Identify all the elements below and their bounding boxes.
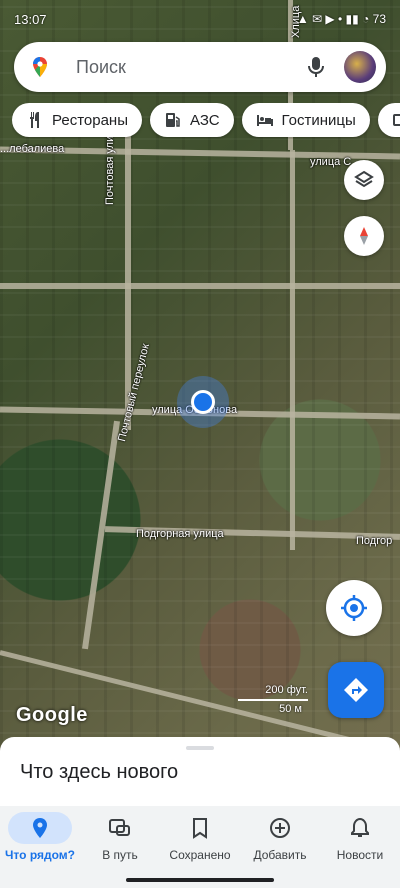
status-system-icons: ▲ ✉ ▶ • ▮▮ ◔ 73 [296,12,386,26]
chip-label: АЗС [189,111,220,129]
gesture-bar[interactable] [126,878,274,882]
layers-icon [354,170,374,188]
gas-station-icon [165,113,180,127]
commute-icon [109,819,130,836]
nav-label: Сохранено [169,848,231,862]
category-chips: Рестораны АЗС Гостиницы [12,103,400,139]
avatar[interactable] [344,51,376,83]
road [290,150,295,550]
status-bar: 13:07 ▲ ✉ ▶ • ▮▮ ◔ 73 [0,8,400,32]
bottom-navigation: Что рядом? В путь Сохранено Добавить Нов… [0,806,400,888]
chip-label: Рестораны [52,111,128,129]
add-circle-icon [270,818,290,838]
google-logo: Google [16,704,88,726]
location-pin-icon [33,818,47,838]
coffee-icon [392,114,400,126]
nav-label: Новости [336,848,384,862]
compass-icon [360,227,368,245]
nav-item-commute[interactable]: В путь [80,812,160,872]
my-location-button[interactable] [326,580,382,636]
search-bar[interactable]: Поиск [14,42,386,92]
nav-item-contribute[interactable]: Добавить [240,812,320,872]
street-label: Подгорная улица [136,528,224,540]
chip-label: Гостиницы [281,111,356,129]
street-label: Подгор [356,535,393,547]
layers-button[interactable] [344,160,384,200]
drag-handle[interactable] [186,746,214,750]
scale-bar: 200 фут. 50 м [238,684,308,718]
compass-button[interactable] [344,216,384,256]
street-label: ...лебалиева [0,143,65,155]
chip-restaurants[interactable]: Рестораны [12,103,142,137]
directions-icon [344,678,368,702]
nav-icon-wrap [248,812,312,844]
hotel-icon [256,115,273,126]
chip-hotels[interactable]: Гостиницы [241,103,370,137]
nav-label: Что рядом? [5,848,75,862]
nav-item-saved[interactable]: Сохранено [160,812,240,872]
chip-coffee[interactable] [377,103,400,137]
scale-line [238,699,308,701]
my-location-icon [341,595,367,621]
bell-icon [351,817,369,837]
nav-icon-wrap [88,812,152,844]
nav-label: Добавить [253,848,307,862]
nav-icon-wrap [168,812,232,844]
nav-icon-wrap [8,812,72,844]
microphone-icon[interactable] [306,55,326,79]
restaurant-icon [30,112,39,128]
maps-pin-icon [33,57,47,77]
sheet-title: Что здесь нового [20,761,179,783]
nav-item-updates[interactable]: Новости [320,812,400,872]
status-time: 13:07 [14,12,47,27]
scale-metric: 50 м [279,703,302,715]
bookmark-icon [193,818,207,839]
chip-gas-stations[interactable]: АЗС [149,103,234,137]
nav-label: В путь [102,848,138,862]
nav-icon-wrap [328,812,392,844]
search-input[interactable]: Поиск [76,57,126,78]
nav-item-explore[interactable]: Что рядом? [0,812,80,872]
scale-imperial: 200 фут. [265,684,308,696]
road [0,283,400,289]
street-label: улица С [310,156,352,168]
directions-button[interactable] [328,662,384,718]
current-location-dot [191,390,215,414]
